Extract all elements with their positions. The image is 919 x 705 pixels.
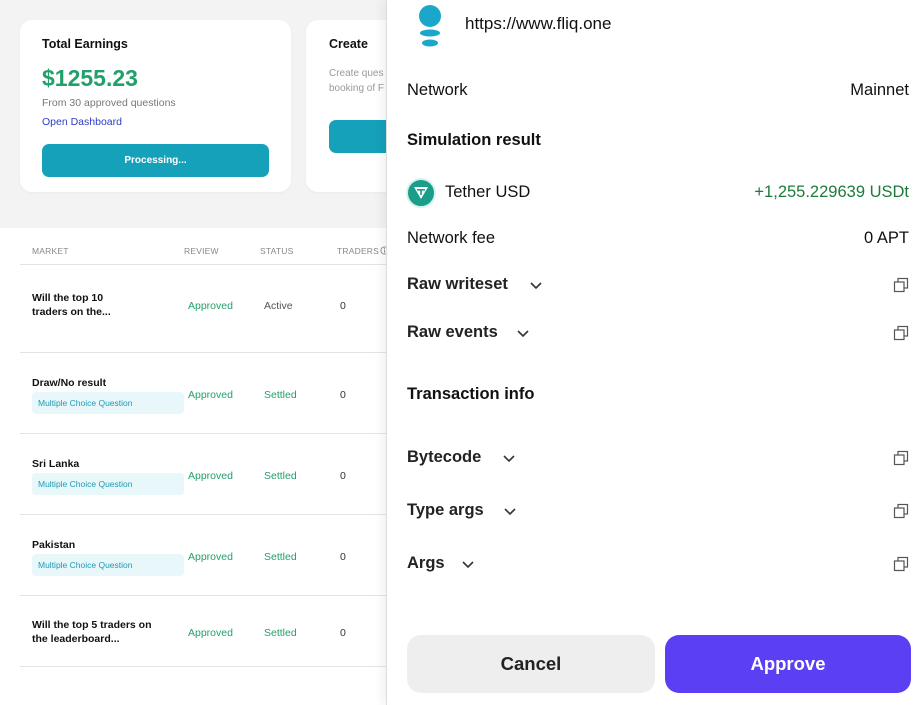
row-review: Approved [188,551,233,563]
cancel-button[interactable]: Cancel [407,635,655,693]
open-dashboard-link[interactable]: Open Dashboard [42,116,122,128]
raw-writeset-label: Raw writeset [407,275,508,293]
earnings-title: Total Earnings [42,37,128,51]
row-review: Approved [188,470,233,482]
row-title: Sri Lanka [32,458,80,470]
earnings-subtitle: From 30 approved questions [42,97,176,109]
chevron-down-icon[interactable] [502,503,518,519]
table-row[interactable]: Pakistan Multiple Choice Question Approv… [20,515,390,596]
question-type-badge: Multiple Choice Question [32,392,184,414]
raw-events-label: Raw events [407,323,498,341]
row-review: Approved [188,627,233,639]
copy-icon[interactable] [893,556,909,572]
row-title: Pakistan [32,539,76,551]
table-row[interactable]: Draw/No result Multiple Choice Question … [20,353,390,434]
chevron-down-icon[interactable] [515,325,531,341]
row-review: Approved [188,389,233,401]
wallet-approval-panel: https://www.fliq.one Network Mainnet Sim… [386,0,919,705]
row-traders: 0 [340,389,346,401]
type-args-expander[interactable]: Type args [407,499,909,523]
chevron-down-icon[interactable] [460,556,476,572]
table-row[interactable]: Will the top 5 traders on the leaderboar… [20,596,390,667]
copy-icon[interactable] [893,450,909,466]
row-status: Settled [264,389,297,401]
transaction-info-title: Transaction info [407,385,535,403]
table-row[interactable]: Sri Lanka Multiple Choice Question Appro… [20,434,390,515]
network-value: Mainnet [850,81,909,99]
row-title: Draw/No result [32,377,107,389]
token-name: Tether USD [445,183,531,201]
bytecode-expander[interactable]: Bytecode [407,446,909,470]
copy-icon[interactable] [893,325,909,341]
row-title: Will the top 5 traders on the leaderboar… [32,619,152,645]
row-review: Approved [188,300,233,312]
question-type-badge: Multiple Choice Question [32,554,184,576]
question-type-badge: Multiple Choice Question [32,473,184,495]
tether-token-icon [406,178,436,208]
chevron-down-icon[interactable] [501,450,517,466]
args-expander[interactable]: Args [407,552,909,576]
site-url: https://www.fliq.one [465,14,612,33]
row-title: Will the top 10 traders on the... [32,292,111,318]
header-market: MARKET [32,246,69,256]
earnings-amount: $1255.23 [42,65,138,91]
row-traders: 0 [340,627,346,639]
raw-writeset-expander[interactable]: Raw writeset [407,273,909,297]
approve-button[interactable]: Approve [665,635,911,693]
copy-icon[interactable] [893,277,909,293]
row-traders: 0 [340,551,346,563]
network-fee-label: Network fee [407,229,496,247]
total-earnings-card: Total Earnings $1255.23 From 30 approved… [20,20,291,192]
row-traders: 0 [340,300,346,312]
header-status: STATUS [260,246,294,256]
copy-icon[interactable] [893,503,909,519]
type-args-label: Type args [407,501,484,519]
token-change-amount: +1,255.229639 USDt [754,183,909,201]
row-status: Settled [264,470,297,482]
header-traders: TRADERS [337,246,380,256]
args-label: Args [407,554,445,572]
row-status: Settled [264,627,297,639]
processing-button[interactable]: Processing... [42,144,269,177]
fliq-logo-icon [419,5,441,47]
simulation-result-title: Simulation result [407,131,541,149]
network-fee-value: 0 APT [864,229,909,247]
chevron-down-icon[interactable] [528,277,544,293]
table-header: MARKET REVIEW STATUS TRADERS [0,246,400,264]
row-status: Settled [264,551,297,563]
bytecode-label: Bytecode [407,448,482,466]
header-review: REVIEW [184,246,219,256]
row-traders: 0 [340,470,346,482]
raw-events-expander[interactable]: Raw events [407,321,909,345]
network-label: Network [407,81,468,99]
row-status: Active [264,300,293,312]
table-row[interactable]: Will the top 10 traders on the... Approv… [20,265,390,353]
